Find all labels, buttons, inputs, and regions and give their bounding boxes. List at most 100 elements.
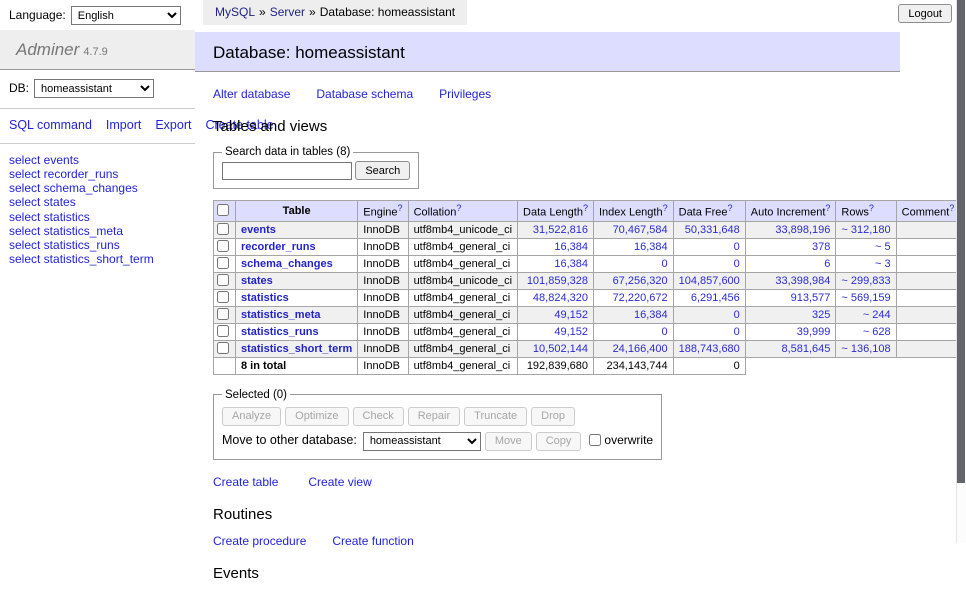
- table-name-link[interactable]: states: [241, 275, 273, 287]
- data-length-link[interactable]: 48,824,320: [533, 292, 588, 304]
- row-checkbox[interactable]: [217, 325, 229, 337]
- row-checkbox[interactable]: [217, 274, 229, 286]
- create-table-link[interactable]: Create table: [213, 475, 278, 489]
- rows-count-link[interactable]: ~ 299,833: [841, 275, 890, 287]
- move-db-select[interactable]: homeassistant: [363, 432, 481, 451]
- auto-increment-link[interactable]: 6: [824, 258, 830, 270]
- breadcrumb-mysql-link[interactable]: MySQL: [215, 5, 255, 19]
- overwrite-checkbox[interactable]: [589, 434, 601, 446]
- move-button[interactable]: Move: [485, 432, 532, 451]
- data-length-link[interactable]: 16,384: [554, 258, 588, 270]
- rows-count-link[interactable]: ~ 312,180: [841, 224, 890, 236]
- column-help-link[interactable]: ?: [949, 203, 954, 213]
- data-length-link[interactable]: 101,859,328: [527, 275, 588, 287]
- data-length-link[interactable]: 16,384: [554, 241, 588, 253]
- row-checkbox[interactable]: [217, 342, 229, 354]
- logout-button[interactable]: Logout: [898, 4, 952, 23]
- index-length-link[interactable]: 16,384: [634, 241, 668, 253]
- check-button[interactable]: Check: [353, 407, 404, 426]
- copy-button[interactable]: Copy: [536, 432, 582, 451]
- analyze-button[interactable]: Analyze: [222, 407, 281, 426]
- index-length-link[interactable]: 67,256,320: [613, 275, 668, 287]
- breadcrumb-server-link[interactable]: Server: [270, 5, 305, 19]
- sidebar-table-link[interactable]: select events: [9, 153, 79, 167]
- index-length-link[interactable]: 72,220,672: [613, 292, 668, 304]
- data-free-link[interactable]: 104,857,600: [679, 275, 740, 287]
- rows-count-link[interactable]: ~ 628: [863, 326, 891, 338]
- column-help-link[interactable]: ?: [663, 203, 668, 213]
- row-checkbox[interactable]: [217, 240, 229, 252]
- auto-increment-link[interactable]: 325: [812, 309, 830, 321]
- row-checkbox[interactable]: [217, 291, 229, 303]
- index-length-link[interactable]: 24,166,400: [613, 343, 668, 355]
- language-select[interactable]: English: [71, 6, 181, 25]
- rows-count-link[interactable]: ~ 569,159: [841, 292, 890, 304]
- table-name-link[interactable]: schema_changes: [241, 258, 333, 270]
- column-help-link[interactable]: ?: [728, 203, 733, 213]
- index-length-link[interactable]: 0: [662, 326, 668, 338]
- vertical-scrollbar[interactable]: [956, 0, 966, 543]
- database-schema-link[interactable]: Database schema: [316, 87, 413, 101]
- search-input[interactable]: [222, 162, 352, 180]
- row-checkbox[interactable]: [217, 223, 229, 235]
- row-checkbox[interactable]: [217, 308, 229, 320]
- auto-increment-link[interactable]: 913,577: [791, 292, 831, 304]
- create-view-link[interactable]: Create view: [308, 475, 371, 489]
- optimize-button[interactable]: Optimize: [285, 407, 348, 426]
- data-free-link[interactable]: 0: [734, 326, 740, 338]
- column-help-link[interactable]: ?: [398, 203, 403, 213]
- index-length-link[interactable]: 0: [662, 258, 668, 270]
- export-link[interactable]: Export: [155, 118, 191, 132]
- table-name-link[interactable]: statistics: [241, 292, 289, 304]
- rows-count-link[interactable]: ~ 244: [863, 309, 891, 321]
- data-length-link[interactable]: 31,522,816: [533, 224, 588, 236]
- truncate-button[interactable]: Truncate: [464, 407, 527, 426]
- index-length-link[interactable]: 16,384: [634, 309, 668, 321]
- sidebar-table-link[interactable]: select statistics: [9, 210, 90, 224]
- sidebar-table-link[interactable]: select statistics_short_term: [9, 252, 154, 266]
- import-link[interactable]: Import: [106, 118, 141, 132]
- rows-count-link[interactable]: ~ 136,108: [841, 343, 890, 355]
- sidebar-table-link[interactable]: select statistics_meta: [9, 224, 123, 238]
- data-free-link[interactable]: 188,743,680: [679, 343, 740, 355]
- drop-button[interactable]: Drop: [531, 407, 575, 426]
- table-name-link[interactable]: recorder_runs: [241, 241, 316, 253]
- data-free-link[interactable]: 6,291,456: [691, 292, 740, 304]
- data-length-link[interactable]: 49,152: [554, 309, 588, 321]
- privileges-link[interactable]: Privileges: [439, 87, 491, 101]
- auto-increment-link[interactable]: 8,581,645: [781, 343, 830, 355]
- index-length-link[interactable]: 70,467,584: [613, 224, 668, 236]
- column-help-link[interactable]: ?: [583, 203, 588, 213]
- data-length-link[interactable]: 49,152: [554, 326, 588, 338]
- sidebar-table-link[interactable]: select schema_changes: [9, 181, 138, 195]
- rows-count-link[interactable]: ~ 3: [875, 258, 891, 270]
- table-name-link[interactable]: statistics_runs: [241, 326, 319, 338]
- data-free-link[interactable]: 0: [734, 258, 740, 270]
- rows-count-link[interactable]: ~ 5: [875, 241, 891, 253]
- column-help-link[interactable]: ?: [456, 203, 461, 213]
- search-button[interactable]: Search: [355, 161, 410, 180]
- row-checkbox[interactable]: [217, 257, 229, 269]
- sql-command-link[interactable]: SQL command: [9, 118, 92, 132]
- table-name-link[interactable]: statistics_meta: [241, 309, 321, 321]
- db-select[interactable]: homeassistant: [34, 79, 154, 98]
- data-free-link[interactable]: 50,331,648: [685, 224, 740, 236]
- auto-increment-link[interactable]: 378: [812, 241, 830, 253]
- auto-increment-link[interactable]: 33,898,196: [775, 224, 830, 236]
- data-free-link[interactable]: 0: [734, 309, 740, 321]
- sidebar-table-link[interactable]: select recorder_runs: [9, 167, 118, 181]
- create-function-link[interactable]: Create function: [332, 534, 413, 548]
- scrollbar-thumb[interactable]: [957, 0, 965, 483]
- table-name-link[interactable]: events: [241, 224, 276, 236]
- column-help-link[interactable]: ?: [825, 203, 830, 213]
- repair-button[interactable]: Repair: [408, 407, 460, 426]
- create-procedure-link[interactable]: Create procedure: [213, 534, 306, 548]
- sidebar-table-link[interactable]: select statistics_runs: [9, 238, 120, 252]
- alter-database-link[interactable]: Alter database: [213, 87, 290, 101]
- data-free-link[interactable]: 0: [734, 241, 740, 253]
- column-help-link[interactable]: ?: [869, 203, 874, 213]
- auto-increment-link[interactable]: 39,999: [797, 326, 831, 338]
- auto-increment-link[interactable]: 33,398,984: [775, 275, 830, 287]
- table-name-link[interactable]: statistics_short_term: [241, 343, 352, 355]
- sidebar-table-link[interactable]: select states: [9, 195, 76, 209]
